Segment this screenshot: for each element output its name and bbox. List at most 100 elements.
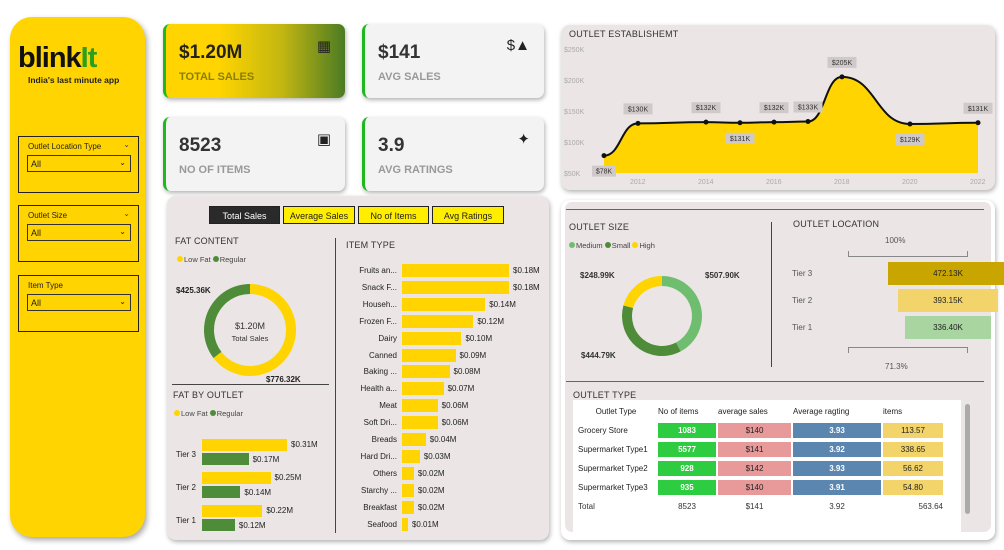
boxes-icon: ▣ [316, 131, 331, 148]
table-cell: 1083 [658, 423, 716, 438]
filter-select[interactable]: All ⌄ [27, 294, 131, 311]
axis-tick-label: Tier 3 [792, 269, 813, 278]
axis-tick-label: Starchy ... [360, 485, 397, 495]
axis-tick-label: Tier 2 [175, 483, 196, 492]
kpi-no-of-items: 8523 NO OF ITEMS ▣ [163, 117, 345, 191]
axis-tick-label: Tier 1 [175, 516, 196, 525]
table-cell: 113.57 [883, 423, 943, 438]
funnel-bar: 336.40K [905, 316, 991, 339]
axis-tick-label: $150K [564, 109, 585, 116]
filter-select[interactable]: All ⌄ [27, 224, 131, 241]
bar-low-fat [202, 472, 271, 484]
table-cell: 3.91 [793, 480, 881, 495]
kpi-value: 8523 [179, 135, 222, 156]
brand-logo: blinkIt [18, 42, 97, 74]
chevron-down-icon: ⌄ [119, 158, 126, 167]
axis-tick-label: $100K [564, 140, 585, 147]
table-row[interactable]: Supermarket Type3 935 $140 3.91 54.80 [576, 480, 943, 495]
tab-total-sales[interactable]: Total Sales [209, 206, 280, 224]
fat-by-outlet-chart: Tier 3 $0.31M $0.17M Tier 2 $0.25M $0.14M Tier… [170, 435, 330, 535]
table-row[interactable]: Supermarket Type1 5577 $141 3.92 338.65 [576, 442, 943, 457]
data-label: $0.02M [417, 502, 445, 512]
axis-tick-label: $50K [564, 171, 581, 178]
table-cell: 3.92 [829, 502, 845, 511]
table-cell: Grocery Store [578, 426, 628, 435]
item-type-bar [402, 483, 414, 497]
axis-tick-label: Hard Dri... [360, 451, 397, 461]
table-cell: 5577 [658, 442, 716, 457]
table-cell: 8523 [678, 502, 696, 511]
axis-tick-label: Frozen F... [359, 316, 397, 326]
tab-average-sales[interactable]: Average Sales [283, 206, 355, 224]
axis-tick-label: Others [372, 468, 397, 478]
item-type-bar [402, 365, 450, 379]
table-cell: Total [578, 502, 595, 511]
bar-chart-icon: ▦ [316, 38, 331, 55]
filter-outlet-location-type[interactable]: Outlet Location Type ⌄ All ⌄ [18, 136, 139, 193]
filter-item-type[interactable]: Item Type All ⌄ [18, 275, 139, 332]
table-cell: 935 [658, 480, 716, 495]
table-cell: 338.65 [883, 442, 943, 457]
data-point[interactable] [839, 74, 845, 80]
data-label: $0.06M [441, 401, 469, 411]
kpi-value: 3.9 [378, 135, 405, 156]
table-cell: Supermarket Type2 [578, 464, 648, 473]
data-point[interactable] [737, 120, 743, 126]
outlet-size-legend: Medium Small High [567, 241, 655, 250]
axis-tick-label: Meat [379, 401, 397, 411]
tab-no-of-items[interactable]: No of Items [358, 206, 429, 224]
data-point[interactable] [601, 153, 607, 159]
table-scrollbar[interactable] [965, 404, 970, 514]
data-label: $0.08M [453, 367, 481, 377]
metric-tabs: Total Sales Average Sales No of Items Av… [209, 206, 504, 224]
axis-tick-label: Househ... [362, 299, 397, 309]
item-type-bar [402, 314, 474, 328]
table-row[interactable]: Grocery Store 1083 $140 3.93 113.57 [576, 423, 943, 438]
outlet-establishment-chart: $50K $100K $150K $200K $250K 2012 2014 2016 2018… [564, 47, 993, 186]
table-row[interactable]: Supermarket Type2 928 $142 3.93 56.62 [576, 461, 943, 476]
bar-regular [202, 453, 249, 465]
divider [771, 222, 772, 367]
table-cell: 3.93 [793, 423, 881, 438]
data-point[interactable] [635, 120, 641, 126]
item-type-bar [402, 433, 426, 446]
filter-label: Outlet Location Type [28, 142, 102, 151]
kpi-value: $1.20M [179, 42, 243, 63]
outlet-type-title: OUTLET TYPE [573, 390, 637, 400]
column-header[interactable]: Average ragting [793, 404, 881, 419]
column-header[interactable]: Outlet Type [576, 404, 656, 419]
axis-tick-label: 2018 [834, 179, 850, 186]
item-type-chart: Fruits an... $0.18M Snack F... $0.18M Househ… [345, 264, 545, 536]
donut-label-regular: $425.36K [176, 286, 211, 295]
bar-regular [202, 486, 241, 498]
funnel-bar: 393.15K [898, 289, 998, 312]
data-point[interactable] [771, 119, 777, 125]
kpi-value: $141 [378, 42, 421, 63]
data-point[interactable] [907, 121, 913, 127]
item-type-bar [402, 416, 438, 430]
column-header[interactable]: items [883, 404, 943, 419]
table-cell: Supermarket Type1 [578, 445, 648, 454]
data-label: $205K [832, 60, 853, 67]
data-point[interactable] [805, 119, 811, 125]
axis-tick-label: 2020 [902, 179, 918, 186]
item-type-bar [402, 331, 462, 345]
data-label: $133K [798, 105, 819, 112]
filter-outlet-size[interactable]: Outlet Size ⌄ All ⌄ [18, 205, 139, 262]
data-point[interactable] [975, 120, 981, 126]
dollar-growth-icon: $▲ [506, 37, 530, 54]
axis-tick-label: 2014 [698, 179, 714, 186]
filter-select[interactable]: All ⌄ [27, 155, 131, 172]
axis-tick-label: Tier 3 [175, 450, 196, 459]
data-point[interactable] [703, 119, 709, 125]
kpi-label: TOTAL SALES [179, 71, 255, 83]
column-header[interactable]: average sales [718, 404, 791, 419]
axis-tick-label: $200K [564, 78, 585, 85]
outlet-establishment-title: OUTLET ESTABLISHEMT [569, 29, 679, 39]
data-label: $129K [900, 137, 921, 144]
axis-tick-label: 2016 [766, 179, 782, 186]
tab-avg-ratings[interactable]: Avg Ratings [432, 206, 504, 224]
chevron-down-icon[interactable]: ⌄ [123, 209, 130, 218]
chevron-down-icon[interactable]: ⌄ [123, 140, 130, 149]
column-header[interactable]: No of items [658, 404, 716, 419]
